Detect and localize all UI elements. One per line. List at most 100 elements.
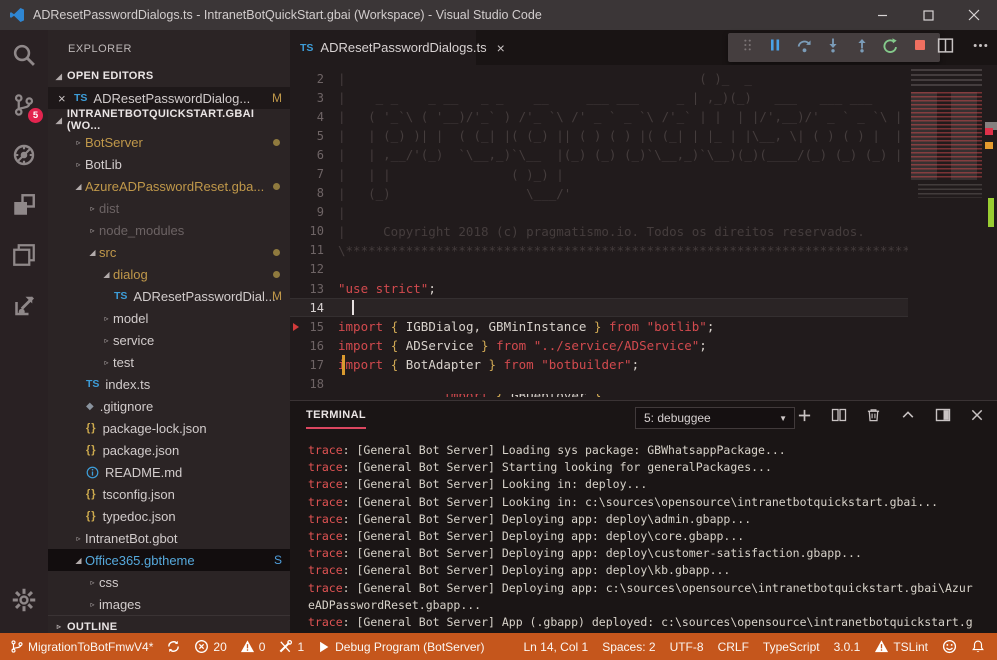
debug-drag-grip-button[interactable] <box>741 35 755 60</box>
code-line-9[interactable]: 9| | <box>290 203 908 222</box>
kill-terminal-button[interactable] <box>866 407 881 428</box>
tab-bar: TS ADResetPasswordDialogs.ts × <box>290 30 997 65</box>
activity-search[interactable] <box>0 30 48 80</box>
tree-item-css[interactable]: ▹css <box>48 571 290 593</box>
open-editor-item[interactable]: × TS ADResetPasswordDialog... M <box>48 87 290 109</box>
status-play-debug[interactable]: Debug Program (BotServer) <box>317 640 484 654</box>
tree-item-service[interactable]: ▹service <box>48 329 290 351</box>
code-line-11[interactable]: 11\*************************************… <box>290 241 908 260</box>
debug-step-into-button[interactable] <box>825 37 841 58</box>
maximize-button[interactable] <box>905 0 951 30</box>
activity-extensions[interactable] <box>0 180 48 230</box>
code-line-15[interactable]: 15import { IGBDialog, GBMinInstance } fr… <box>290 317 908 336</box>
tree-item-typedoc-json[interactable]: {}typedoc.json <box>48 505 290 527</box>
activity-settings-gear[interactable] <box>0 575 48 625</box>
status--spaces[interactable]: Spaces: 2 <box>602 640 655 654</box>
tree-item-dist[interactable]: ▹dist <box>48 197 290 219</box>
code-text: import { ADService } from "../service/AD… <box>338 338 707 353</box>
code-line-5[interactable]: 5| | (_) )| | ( (_| |( (_) || ( ) ( ) |(… <box>290 126 908 145</box>
status-tools-1[interactable]: 1 <box>278 639 304 654</box>
close-editor-icon[interactable]: × <box>58 91 74 106</box>
code-line-2[interactable]: 2| ( )_ _ | <box>290 69 908 88</box>
close-tab-icon[interactable]: × <box>497 40 505 56</box>
tree-item--gitignore[interactable]: ◆.gitignore <box>48 395 290 417</box>
more-button[interactable] <box>972 37 989 59</box>
open-editors-header[interactable]: ◢ OPEN EDITORS <box>48 65 290 87</box>
maximize-panel-button[interactable] <box>900 408 916 427</box>
tree-item-azureadpasswordreset-gba-[interactable]: ◢AzureADPasswordReset.gba... <box>48 175 290 197</box>
close-panel-button[interactable] <box>970 408 985 428</box>
status--crlf[interactable]: CRLF <box>718 640 749 654</box>
close-window-button[interactable] <box>951 0 997 30</box>
activity-debug[interactable] <box>0 130 48 180</box>
split-editor-button[interactable] <box>937 37 954 59</box>
tree-item-office365-gbtheme[interactable]: ◢Office365.gbthemeS <box>48 549 290 571</box>
code-line-10[interactable]: 10| Copyright 2018 (c) pragmatismo.io. T… <box>290 222 908 241</box>
code-line-8[interactable]: 8| (_) \___/' | <box>290 184 908 203</box>
debug-step-over-button[interactable] <box>796 37 813 59</box>
code-line-13[interactable]: 13"use strict"; <box>290 279 908 298</box>
activity-source-control[interactable]: 5 <box>0 80 48 130</box>
tree-item-tsconfig-json[interactable]: {}tsconfig.json <box>48 483 290 505</box>
status--utf8[interactable]: UTF-8 <box>670 640 704 654</box>
tree-item-model[interactable]: ▹model <box>48 307 290 329</box>
code-line-3[interactable]: 3| _ _ _ __ _ _ __ ___ ___ _ | ,_)(_) __… <box>290 88 908 107</box>
tree-item-adresetpassworddial-[interactable]: TSADResetPasswordDial...M <box>48 285 290 307</box>
status--ln[interactable]: Ln 14, Col 1 <box>523 640 588 654</box>
status-bell[interactable] <box>971 639 985 654</box>
code-line-7[interactable]: 7| | | ( )_) | | <box>290 164 908 183</box>
line-number: 7 <box>290 167 338 181</box>
status-sync[interactable] <box>166 639 181 654</box>
code-line-18[interactable]: 18 <box>290 375 908 394</box>
tree-item-node-modules[interactable]: ▹node_modules <box>48 219 290 241</box>
debug-restart-button[interactable] <box>882 37 899 59</box>
status-label: Ln 14, Col 1 <box>523 640 588 654</box>
minimize-button[interactable] <box>859 0 905 30</box>
tree-item-src[interactable]: ◢src <box>48 241 290 263</box>
tree-item-botlib[interactable]: ▹BotLib <box>48 153 290 175</box>
workspace-header[interactable]: ◢ INTRANETBOTQUICKSTART.GBAI (WO... <box>48 109 290 131</box>
scm-changes-badge: 5 <box>28 108 43 123</box>
status-warning-tslint[interactable]: TSLint <box>874 639 928 654</box>
code-editor[interactable]: 2| ( )_ _ |3| _ _ _ __ _ _ __ ___ ___ _ … <box>290 65 997 400</box>
minimap[interactable] <box>908 65 985 400</box>
split-terminal-button[interactable] <box>831 407 847 428</box>
overview-ruler[interactable] <box>985 65 997 400</box>
outline-header[interactable]: ▹ OUTLINE <box>48 615 290 633</box>
activity-share[interactable] <box>0 280 48 330</box>
terminal-output[interactable]: trace: [General Bot Server] Loading sys … <box>290 434 997 631</box>
code-line-4[interactable]: 4| ( '_`\ ( '__)/'_` ) /'_ `\ /' _ ` _ `… <box>290 107 908 126</box>
tree-item-index-ts[interactable]: TSindex.ts <box>48 373 290 395</box>
tree-item-test[interactable]: ▹test <box>48 351 290 373</box>
code-line-17[interactable]: 17import { BotAdapter } from "botbuilder… <box>290 355 908 374</box>
status--typescript[interactable]: TypeScript <box>763 640 820 654</box>
tree-item-botserver[interactable]: ▹BotServer <box>48 131 290 153</box>
code-line-6[interactable]: 6| | ,__/'(_) `\__,_)`\__ |(_) (_) (_)`\… <box>290 145 908 164</box>
tree-item-readme-md[interactable]: README.md <box>48 461 290 483</box>
tree-item-images[interactable]: ▹images <box>48 593 290 615</box>
debug-stop-button[interactable] <box>912 37 928 58</box>
tree-item-package-lock-json[interactable]: {}package-lock.json <box>48 417 290 439</box>
code-line-19[interactable]: import { GBDeployer } <box>290 394 908 397</box>
tab-adresetpassworddialogs[interactable]: TS ADResetPasswordDialogs.ts × <box>290 30 476 65</box>
activity-pages[interactable] <box>0 230 48 280</box>
code-line-14[interactable]: 14 <box>290 298 908 317</box>
debug-pause-button[interactable] <box>767 37 783 58</box>
status-smiley[interactable] <box>942 639 957 654</box>
toggle-panel-button[interactable] <box>935 407 951 428</box>
status--301[interactable]: 3.0.1 <box>834 640 861 654</box>
tree-item-package-json[interactable]: {}package.json <box>48 439 290 461</box>
tree-item-intranetbot-gbot[interactable]: ▹IntranetBot.gbot <box>48 527 290 549</box>
code-line-16[interactable]: 16import { ADService } from "../service/… <box>290 336 908 355</box>
new-terminal-button[interactable] <box>797 408 812 428</box>
status-git-branch-migrationtobotfmwv4[interactable]: MigrationToBotFmwV4* <box>10 639 153 654</box>
terminal-selector[interactable]: 5: debuggee ▼ <box>635 407 795 429</box>
debug-step-out-button[interactable] <box>854 37 870 58</box>
status-warning-0[interactable]: 0 <box>240 639 266 654</box>
status-error-20[interactable]: 20 <box>194 639 226 654</box>
tree-item-dialog[interactable]: ◢dialog <box>48 263 290 285</box>
terminal-tab[interactable]: TERMINAL <box>306 409 366 429</box>
chevron-expanded-icon: ◢ <box>86 248 99 257</box>
pause-icon <box>767 37 783 58</box>
code-line-12[interactable]: 12 <box>290 260 908 279</box>
